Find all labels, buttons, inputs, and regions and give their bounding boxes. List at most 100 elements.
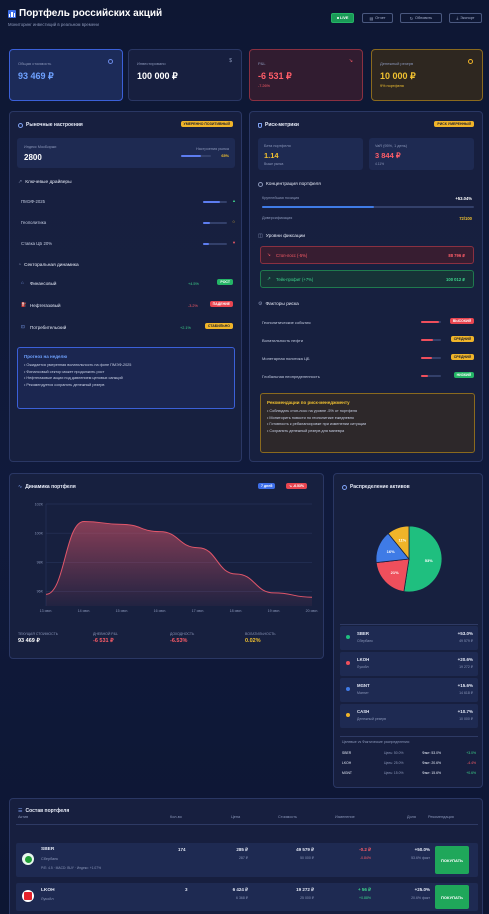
buy-button[interactable]: ПОКУПАТЬ bbox=[435, 846, 469, 874]
dynamics-stat: ДОХОДНОСТЬ -6.53% bbox=[170, 632, 195, 644]
dynamics-stat: ВОЛАТИЛЬНОСТЬ 0.02% bbox=[245, 632, 276, 644]
pie-chart-icon bbox=[342, 484, 347, 490]
y-tick-label: 98K bbox=[37, 561, 44, 565]
bank-icon: ⌂ bbox=[21, 280, 24, 285]
cart-icon: ⊡ bbox=[21, 324, 25, 329]
list-icon: ☰ bbox=[18, 808, 23, 814]
arrow-down-icon: ▾ bbox=[232, 240, 235, 245]
export-button[interactable]: ⤓ Экспорт bbox=[449, 13, 482, 23]
buy-button[interactable]: ПОКУПАТЬ bbox=[435, 885, 469, 909]
live-badge: LIVE bbox=[331, 13, 354, 23]
column-header: Актив bbox=[18, 815, 29, 819]
page-title: Портфель российских акций bbox=[19, 8, 163, 19]
stat-invested: Инвестировано $ 100 000 ₽ bbox=[128, 49, 242, 101]
recommendation-item: • Соблюдать стоп-лосс на уровне -5% от п… bbox=[267, 409, 358, 413]
forecast-item: • Ожидается умеренная волатильность на ф… bbox=[24, 363, 132, 367]
risk-factor-row: Геополитические события ВЫСОКИЙ bbox=[257, 317, 476, 327]
portfolio-area-chart: 102K 100K 98K 96K 13 июн. 14 июн. 15 июн. 16 ию… bbox=[35, 502, 319, 613]
target-row: LKOH Цель: 25.0% Факт: 20.6% -4.4% bbox=[342, 761, 476, 765]
shield-icon bbox=[258, 122, 262, 128]
wallet-icon bbox=[108, 59, 113, 64]
risk-factor-row: Монетарная политика ЦБ СРЕДНИЙ bbox=[257, 353, 476, 363]
table-row: SBER Сбербанк P/E: 4.5 · MACD: BUY · Инд… bbox=[16, 843, 478, 877]
allocation-item-cash: CASH Денежный резерв +10.7% 10 000 ₽ bbox=[340, 704, 478, 728]
piggy-bank-icon bbox=[468, 59, 473, 64]
color-dot bbox=[346, 687, 350, 691]
sector-icon: ◔ bbox=[18, 262, 22, 268]
forecast-box: Прогноз на неделю • Ожидается умеренная … bbox=[17, 347, 235, 409]
driver-row: Геополитика ○ bbox=[21, 219, 235, 225]
series-area bbox=[46, 521, 312, 606]
recommendations-box: Рекомендации по риск-менеджменту • Соблю… bbox=[260, 393, 475, 453]
gear-icon: ⚙ bbox=[258, 301, 263, 307]
column-header: Изменение bbox=[335, 815, 355, 819]
arrow-up-icon: ▴ bbox=[232, 198, 235, 203]
allocation-item-lkoh: LKOH Лукойл +20.6% 19 272 ₽ bbox=[340, 652, 478, 676]
x-tick-label: 15 июн. bbox=[116, 609, 129, 613]
pie-slice-label: 53% bbox=[425, 558, 433, 563]
pie-slice-label: 11% bbox=[398, 538, 406, 543]
lock-icon: ◫ bbox=[258, 233, 263, 239]
column-header: Стоимость bbox=[278, 815, 298, 819]
table-row: LKOH Лукойл 3 6 424 ₽ 6 368 ₽ 19 272 ₽ 2… bbox=[16, 883, 478, 911]
sector-row-consumer: ⊡ Потребительский +2.1% СТАБИЛЬНО bbox=[17, 322, 235, 334]
risk-metrics-panel: Риск-метрики РИСК УМЕРЕННЫЙ Бета портфел… bbox=[249, 111, 483, 462]
portfolio-dynamics-panel: ∿ Динамика портфеля 7 дней ↘ -6.53% 102K… bbox=[9, 473, 324, 659]
trend-up-icon: ↗ bbox=[267, 276, 271, 281]
driver-row: Ставка ЦБ 20% ▾ bbox=[21, 240, 235, 246]
column-header: Кол-во bbox=[170, 815, 182, 819]
driver-row: ПМЭФ-2025 ▴ bbox=[21, 198, 235, 204]
y-tick-label: 102K bbox=[35, 502, 44, 506]
sector-row-oilgas: ⛽ Нефтегазовый -3.2% ПАДЕНИЕ bbox=[17, 300, 235, 312]
asset-allocation-panel: Распределение активов 53% 21% 16% 11% SBER … bbox=[333, 473, 483, 788]
target-icon bbox=[258, 182, 263, 187]
dynamics-stat: ТЕКУЩАЯ СТОИМОСТЬ 93 469 ₽ bbox=[18, 632, 59, 644]
allocation-pie-chart: 53% 21% 16% 11% bbox=[375, 525, 443, 593]
stat-cash-reserve: Денежный резерв 10 000 ₽ 9% портфеля bbox=[371, 49, 483, 101]
forecast-item: • Финансовый сектор может продолжить рос… bbox=[24, 369, 105, 374]
circle-icon: ○ bbox=[232, 219, 235, 224]
change-badge: ↘ -6.53% bbox=[286, 483, 307, 489]
target-row: MGNT Цель: 15.0% Факт: 15.6% +0.6% bbox=[342, 771, 476, 775]
index-box: Индекс МосБиржи 2800 Настроения рынка 65… bbox=[17, 138, 235, 168]
recommendation-item: • Сохранять денежный резерв для маневра bbox=[267, 428, 345, 433]
coins-icon: $ bbox=[229, 58, 232, 64]
risk-factor-row: Глобальная неопределенность НИЗКИЙ bbox=[257, 371, 476, 381]
sentiment-bar-fill bbox=[181, 155, 201, 157]
stat-total-value: Общая стоимость 93 469 ₽ bbox=[9, 49, 123, 101]
trend-icon: ↗ bbox=[18, 179, 23, 185]
x-tick-label: 19 июн. bbox=[268, 609, 281, 613]
risk-factor-row: Волатильность нефти СРЕДНИЙ bbox=[257, 335, 476, 345]
take-profit-row: ↗ Тейк-профит (+7%) 100 012 ₽ bbox=[260, 270, 474, 288]
report-button[interactable]: ▤ Отчет bbox=[362, 13, 393, 23]
holdings-panel: ☰ Состав портфеля Актив Кол-во Цена Стои… bbox=[9, 798, 483, 914]
sber-logo-icon bbox=[22, 853, 34, 865]
trend-down-icon: ↘ bbox=[267, 252, 271, 257]
column-header: Доля bbox=[407, 815, 416, 819]
pie-slice-label: 21% bbox=[391, 570, 399, 575]
recommendation-item: • Готовность к ребалансировке при измене… bbox=[267, 422, 367, 427]
pie-slice bbox=[375, 558, 410, 593]
trend-down-icon: ↘ bbox=[348, 58, 353, 64]
x-tick-label: 16 июн. bbox=[154, 609, 167, 613]
risk-badge: РИСК УМЕРЕННЫЙ bbox=[434, 121, 474, 127]
update-button[interactable]: ↻ Обновить bbox=[400, 13, 442, 23]
x-tick-label: 20 июн. bbox=[306, 609, 319, 613]
download-icon: ⤓ bbox=[456, 16, 459, 20]
x-tick-label: 13 июн. bbox=[40, 609, 53, 613]
stop-loss-row: ↘ Стоп-лосс (-5%) 88 796 ₽ bbox=[260, 246, 474, 264]
stat-pnl: P&L ↘ -6 531 ₽ -7.26% bbox=[249, 49, 363, 101]
beta-box: Бета портфеля 1.14 Выше рынка bbox=[258, 138, 363, 170]
forecast-item: • Рекомендуется сохранять денежный резер… bbox=[24, 382, 105, 387]
column-header: Цена bbox=[231, 815, 241, 819]
color-dot bbox=[346, 713, 350, 717]
sentiment-badge: УМЕРЕННО ПОЗИТИВНЫЙ bbox=[180, 121, 233, 127]
y-tick-label: 100K bbox=[35, 531, 44, 535]
period-button[interactable]: 7 дней bbox=[258, 483, 276, 489]
column-header: Рекомендация bbox=[428, 815, 454, 819]
x-tick-label: 17 июн. bbox=[192, 609, 205, 613]
color-dot bbox=[346, 635, 350, 639]
market-sentiment-panel: Рыночные настроения УМЕРЕННО ПОЗИТИВНЫЙ … bbox=[9, 111, 242, 462]
oil-icon: ⛽ bbox=[21, 302, 27, 307]
x-tick-label: 18 июн. bbox=[230, 609, 243, 613]
